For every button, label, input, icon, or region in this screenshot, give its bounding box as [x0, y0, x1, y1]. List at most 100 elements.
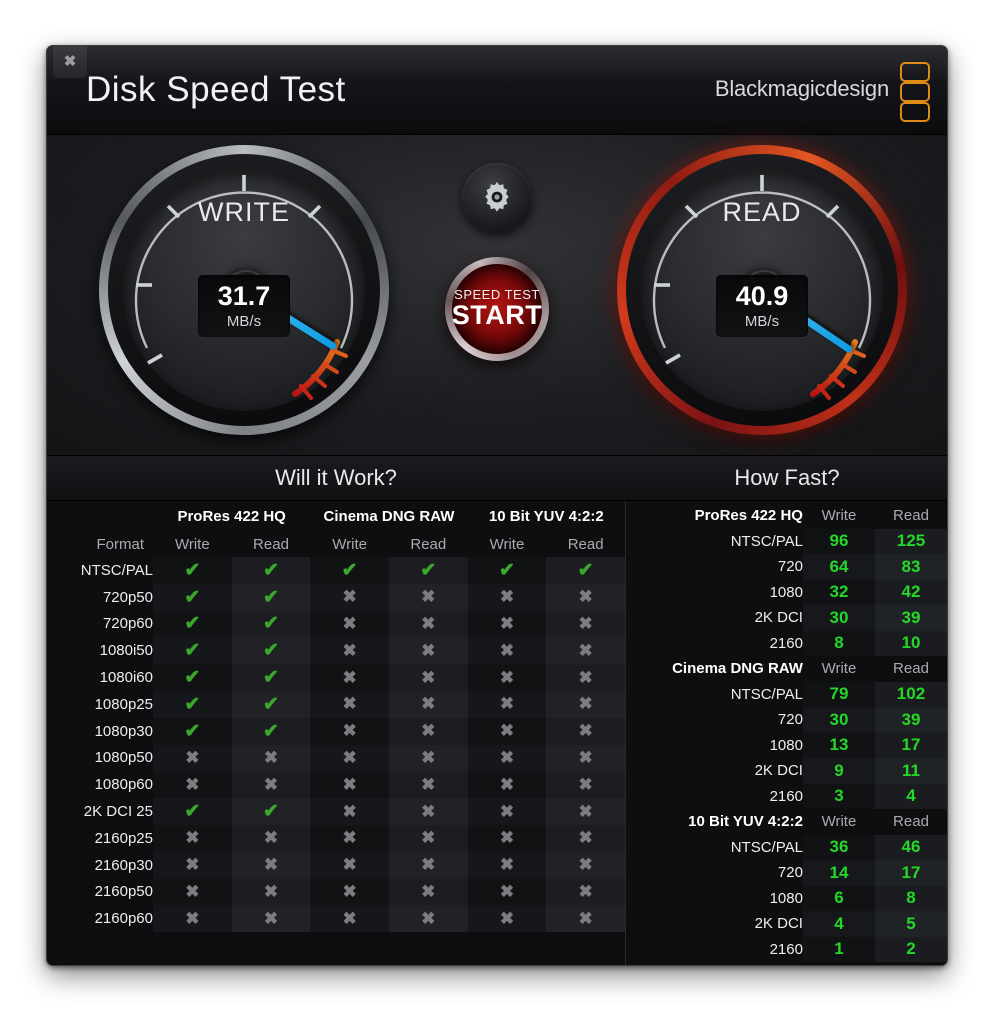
resolution-label: 2K DCI	[754, 915, 803, 933]
fail-icon: ✖	[231, 878, 311, 906]
table-row: 2160p50 ✖ ✖ ✖ ✖ ✖ ✖	[47, 878, 625, 906]
start-button-sublabel: SPEED TEST	[454, 286, 540, 302]
resolution-label: 720	[777, 558, 803, 576]
format-label: 2160p50	[94, 883, 153, 901]
how-fast-table: ProRes 422 HQ Write Read NTSC/PAL 96 125 720 64…	[626, 503, 947, 962]
fail-icon: ✖	[546, 905, 625, 933]
fail-icon: ✖	[467, 637, 547, 665]
fail-icon: ✖	[153, 851, 232, 879]
format-label: 720p60	[102, 615, 153, 633]
close-icon[interactable]: ✖	[53, 46, 87, 78]
fail-icon: ✖	[231, 905, 311, 933]
gear-icon[interactable]	[462, 163, 532, 233]
table-row: 1080p60 ✖ ✖ ✖ ✖ ✖ ✖	[47, 771, 625, 799]
table-row: 2K DCI 25 ✔ ✔ ✖ ✖ ✖ ✖	[47, 798, 625, 825]
resolution-label: 2K DCI	[754, 762, 803, 780]
fail-icon: ✖	[153, 744, 232, 772]
fail-icon: ✖	[467, 771, 547, 799]
section-header-row: Cinema DNG RAW Write Read	[626, 656, 947, 682]
fail-icon: ✖	[388, 664, 468, 691]
format-label: 2160p25	[94, 829, 153, 847]
section-header-row: 10 Bit YUV 4:2:2 Write Read	[626, 809, 947, 835]
fail-icon: ✖	[467, 690, 547, 718]
table-row: 1080 13 17	[626, 732, 947, 758]
fail-icon: ✖	[546, 690, 625, 718]
fail-icon: ✖	[310, 610, 389, 638]
fail-icon: ✖	[546, 798, 625, 825]
resolution-label: NTSC/PAL	[730, 685, 803, 703]
pass-icon: ✔	[546, 557, 625, 584]
read-readout: 40.9 MB/s	[716, 275, 808, 337]
start-button-face: SPEED TEST START	[452, 264, 542, 354]
write-speed-value: 79	[802, 681, 875, 707]
format-label: 720p50	[102, 588, 153, 606]
read-column-header: Read	[893, 507, 929, 525]
will-it-work-title: Will it Work?	[275, 465, 397, 490]
resolution-label: 2160	[769, 634, 803, 652]
will-it-work-panel: ProRes 422 HQ Cinema DNG RAW 10 Bit YUV …	[47, 501, 626, 965]
resolution-label: 2160	[769, 787, 803, 805]
fail-icon: ✖	[310, 798, 389, 825]
sub-header-3: Read	[410, 535, 447, 553]
group-header-prores: ProRes 422 HQ	[177, 507, 286, 525]
table-row: 1080 6 8	[626, 885, 947, 911]
table-row: 720 30 39	[626, 707, 947, 733]
read-speed-value: 83	[874, 554, 947, 580]
format-label: 1080p30	[94, 722, 153, 740]
fail-icon: ✖	[546, 851, 625, 879]
read-gauge-label: READ	[722, 197, 802, 227]
section-name: 10 Bit YUV 4:2:2	[688, 813, 803, 831]
table-row: 720p50 ✔ ✔ ✖ ✖ ✖ ✖	[47, 583, 625, 611]
pass-icon: ✔	[153, 637, 232, 665]
pass-icon: ✔	[153, 557, 232, 584]
pass-icon: ✔	[231, 798, 311, 825]
group-header-yuv: 10 Bit YUV 4:2:2	[488, 507, 604, 525]
write-speed-value: 14	[802, 860, 875, 886]
read-value: 40.9	[735, 281, 789, 311]
table-row: 1080p25 ✔ ✔ ✖ ✖ ✖ ✖	[47, 690, 625, 718]
resolution-label: 1080	[769, 736, 803, 754]
write-speed-value: 9	[802, 758, 875, 784]
read-speed-value: 10	[874, 630, 947, 656]
read-unit: MB/s	[744, 313, 780, 330]
table-row: 1080i60 ✔ ✔ ✖ ✖ ✖ ✖	[47, 664, 625, 691]
fail-icon: ✖	[388, 744, 468, 772]
pass-icon: ✔	[153, 798, 232, 825]
fail-icon: ✖	[310, 664, 389, 691]
pass-icon: ✔	[467, 557, 547, 584]
resolution-label: NTSC/PAL	[730, 532, 803, 550]
table-row: 2K DCI 4 5	[626, 911, 947, 937]
will-it-work-rows: NTSC/PAL ✔ ✔ ✔ ✔ ✔ ✔ 720p50 ✔ ✔ ✖ ✖ ✖ ✖ 720p60 ✔ ✔ ✖ ✖ ✖ ✖ 10…	[47, 557, 625, 933]
fail-icon: ✖	[388, 690, 468, 718]
fail-icon: ✖	[388, 717, 468, 745]
how-fast-panel: ProRes 422 HQ Write Read NTSC/PAL 96 125 720 64…	[626, 501, 947, 965]
results-body: ProRes 422 HQ Cinema DNG RAW 10 Bit YUV …	[47, 501, 947, 965]
read-speed-value: 17	[874, 860, 947, 886]
fail-icon: ✖	[153, 824, 232, 852]
fail-icon: ✖	[310, 637, 389, 665]
sub-header-2: Write	[332, 535, 367, 553]
pass-icon: ✔	[310, 557, 389, 584]
write-gauge: WRITE 31.7 MB/s	[99, 145, 389, 435]
fail-icon: ✖	[310, 905, 389, 933]
fail-icon: ✖	[310, 744, 389, 772]
fail-icon: ✖	[467, 824, 547, 852]
table-row: 2160 1 2	[626, 936, 947, 962]
sub-header-1: Read	[253, 535, 289, 553]
fail-icon: ✖	[388, 771, 468, 799]
table-row: 2K DCI 30 39	[626, 605, 947, 631]
write-speed-value: 36	[802, 834, 875, 860]
write-gauge-label: WRITE	[198, 197, 290, 227]
section-name: ProRes 422 HQ	[694, 507, 803, 525]
read-speed-value: 102	[874, 681, 947, 707]
write-speed-value: 32	[802, 579, 875, 605]
fail-icon: ✖	[310, 690, 389, 718]
start-button[interactable]: SPEED TEST START	[445, 257, 549, 361]
table-row: 2160 8 10	[626, 630, 947, 656]
format-label: NTSC/PAL	[80, 561, 153, 579]
fail-icon: ✖	[388, 610, 468, 638]
table-row: 1080p30 ✔ ✔ ✖ ✖ ✖ ✖	[47, 717, 625, 745]
table-row: NTSC/PAL 36 46	[626, 834, 947, 860]
format-label: 1080i60	[99, 669, 153, 687]
fail-icon: ✖	[310, 824, 389, 852]
